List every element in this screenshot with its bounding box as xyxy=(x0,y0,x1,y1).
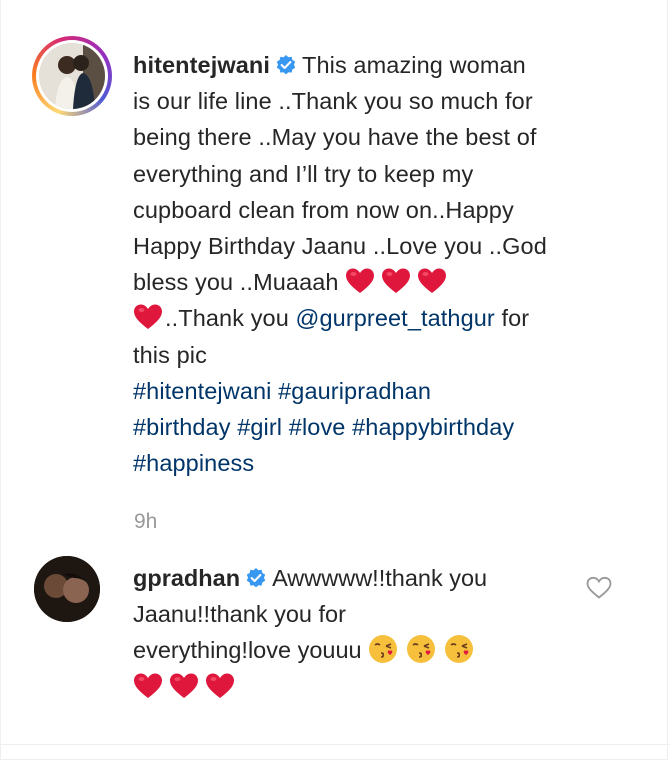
red-heart-emoji-icon xyxy=(346,268,375,294)
reply-line: Awwwww!!thank you xyxy=(272,565,488,591)
hashtag-link[interactable]: #girl xyxy=(237,414,282,440)
reply-avatar[interactable] xyxy=(34,556,100,622)
heart-outline-icon[interactable] xyxy=(586,576,612,600)
face-blowing-kiss-emoji-icon xyxy=(445,635,474,664)
divider xyxy=(0,744,670,745)
verified-badge-icon xyxy=(276,55,296,75)
hashtag-link[interactable]: #hitentejwani xyxy=(133,378,271,404)
verified-badge-icon xyxy=(246,568,266,588)
caption-line: This amazing woman xyxy=(302,52,526,78)
hashtag-link[interactable]: #happybirthday xyxy=(352,414,514,440)
hashtag-link[interactable]: #gauripradhan xyxy=(278,378,431,404)
reply-line: Jaanu!!thank you for xyxy=(133,601,346,628)
red-heart-emoji-icon xyxy=(418,268,447,294)
caption-line: is our life line ..Thank you so much for xyxy=(133,88,533,115)
post-timestamp[interactable]: 9h xyxy=(134,510,157,534)
caption-text: for xyxy=(501,305,530,332)
hashtag-link[interactable]: #love xyxy=(289,414,346,440)
hashtag-link[interactable]: #happiness xyxy=(133,450,254,476)
caption-line: being there ..May you have the best of xyxy=(133,124,537,151)
author-avatar xyxy=(39,43,105,109)
face-blowing-kiss-emoji-icon xyxy=(407,635,436,664)
post-username[interactable]: hitentejwani xyxy=(133,52,270,78)
hashtag-link[interactable]: #birthday xyxy=(133,414,231,440)
author-avatar-story-ring[interactable] xyxy=(32,36,112,116)
red-heart-emoji-icon xyxy=(382,268,411,294)
caption-line: this pic xyxy=(133,341,207,368)
caption-line: bless you ..Muaaah xyxy=(133,269,339,296)
red-heart-emoji-icon xyxy=(134,304,162,330)
reply-comment: gpradhan Awwwww!!thank you Jaanu!!thank y… xyxy=(133,560,553,705)
thanks-text: ..Thank you xyxy=(165,305,289,332)
mention-link[interactable]: @gurpreet_tathgur xyxy=(296,305,495,331)
red-heart-emoji-icon xyxy=(170,673,198,698)
post-caption: hitentejwani This amazing woman is our li… xyxy=(133,47,613,481)
caption-line: Happy Birthday Jaanu ..Love you ..God xyxy=(133,233,547,260)
caption-line: cupboard clean from now on..Happy xyxy=(133,196,514,223)
reply-line: everything!love youuu xyxy=(133,637,362,664)
caption-line: everything and I’ll try to keep my xyxy=(133,160,474,187)
red-heart-emoji-icon xyxy=(206,673,234,698)
reply-username[interactable]: gpradhan xyxy=(133,565,240,591)
face-blowing-kiss-emoji-icon xyxy=(369,635,398,664)
red-heart-emoji-icon xyxy=(134,673,162,698)
